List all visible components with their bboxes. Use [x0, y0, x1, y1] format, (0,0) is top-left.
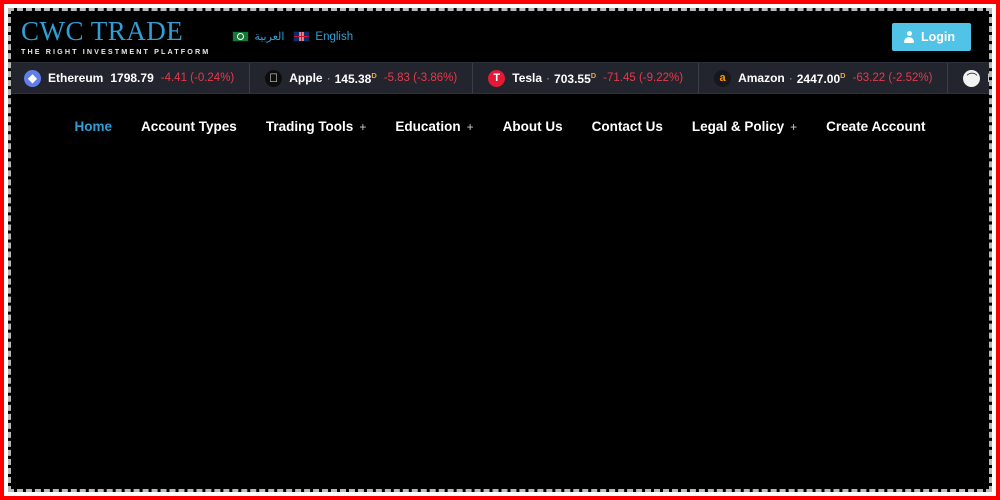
ethereum-icon: ◆ — [24, 69, 41, 87]
ticker-separator: · — [546, 71, 551, 85]
lucid-icon: ⌒ — [963, 69, 981, 87]
site-logo[interactable]: CWC TRADE THE RIGHT INVESTMENT PLATFORM — [17, 15, 211, 56]
ticker-change: -5.83 (-3.86%) — [383, 72, 458, 84]
ticker-price: 1798.79 — [110, 71, 154, 85]
ticker-separator: · — [326, 71, 331, 85]
ticker-price-superscript: D — [840, 70, 846, 80]
ticker-price: 703.55D — [554, 70, 597, 86]
logo-wordmark: CWC TRADE — [21, 15, 210, 46]
page-viewport: CWC TRADE THE RIGHT INVESTMENT PLATFORM … — [8, 8, 992, 492]
nav-label: Education — [395, 119, 461, 134]
language-label-english: English — [315, 30, 354, 43]
ticker-price: 145.38D — [334, 70, 377, 86]
user-icon — [904, 31, 915, 43]
ticker-name: Ethereum — [48, 71, 104, 85]
market-ticker-bar[interactable]: ◆ Ethereum 1798.79 -4.41 (-0.24%)  Appl… — [11, 62, 989, 94]
logo-word-second: TRADE — [90, 15, 184, 46]
nav-label: Home — [74, 119, 113, 134]
expand-plus-icon: + — [790, 119, 798, 134]
nav-label: Account Types — [141, 119, 237, 134]
nav-item-create-account[interactable]: Create Account — [826, 119, 925, 134]
ticker-price-superscript: D — [590, 70, 597, 80]
ticker-change: -71.45 (-9.22%) — [603, 72, 684, 84]
nav-label: Legal & Policy — [691, 119, 785, 134]
ticker-name: Amazon — [738, 71, 785, 85]
ticker-change: -4.41 (-0.24%) — [160, 72, 235, 84]
logo-word-first: CWC — [21, 15, 85, 46]
uk-flag-icon — [293, 31, 311, 42]
main-navigation: Home Account Types Trading Tools + Educa… — [11, 94, 989, 159]
amazon-icon: a — [714, 69, 732, 87]
ticker-name: Apple — [289, 71, 323, 85]
nav-item-home[interactable]: Home — [75, 119, 113, 134]
language-label-arabic: العربية — [254, 31, 285, 43]
logo-tagline: THE RIGHT INVESTMENT PLATFORM — [21, 46, 211, 56]
arabic-flag-icon — [232, 31, 250, 42]
nav-item-about-us[interactable]: About Us — [503, 119, 563, 134]
top-bar: CWC TRADE THE RIGHT INVESTMENT PLATFORM … — [11, 11, 989, 62]
ticker-change: -63.22 (-2.52%) — [852, 72, 933, 84]
tesla-icon: T — [488, 69, 506, 87]
nav-label: Contact Us — [591, 119, 663, 134]
screenshot-frame: CWC TRADE THE RIGHT INVESTMENT PLATFORM … — [0, 0, 1000, 500]
nav-item-contact-us[interactable]: Contact Us — [592, 119, 663, 134]
language-option-arabic[interactable]: العربية — [232, 30, 284, 43]
nav-label: About Us — [502, 119, 563, 134]
nav-item-account-types[interactable]: Account Types — [141, 119, 237, 134]
ticker-price-superscript: D — [371, 70, 377, 80]
ticker-name: Lucid — [987, 71, 989, 85]
login-button-label: Login — [920, 29, 955, 44]
ticker-item[interactable]: a Amazon · 2447.00D -63.22 (-2.52%) — [699, 63, 949, 93]
ticker-name: Tesla — [512, 71, 543, 85]
expand-plus-icon: + — [359, 119, 367, 134]
expand-plus-icon: + — [466, 119, 474, 134]
ticker-item[interactable]: ⌒ Lucid · — [948, 63, 989, 93]
language-option-english[interactable]: English — [293, 31, 353, 43]
ticker-item[interactable]: T Tesla · 703.55D -71.45 (-9.22%) — [473, 63, 700, 93]
apple-icon:  — [265, 69, 283, 87]
ticker-item[interactable]:  Apple · 145.38D -5.83 (-3.86%) — [250, 63, 474, 93]
nav-label: Trading Tools — [265, 119, 354, 134]
ticker-price: 2447.00D — [796, 70, 846, 86]
nav-item-legal-policy[interactable]: Legal & Policy + — [692, 119, 797, 134]
nav-item-education[interactable]: Education + — [395, 119, 473, 134]
language-switcher: العربية English — [232, 30, 353, 43]
nav-item-trading-tools[interactable]: Trading Tools + — [266, 119, 367, 134]
login-button[interactable]: Login — [891, 22, 971, 51]
ticker-item[interactable]: ◆ Ethereum 1798.79 -4.41 (-0.24%) — [11, 63, 251, 93]
ticker-separator: · — [788, 71, 793, 85]
nav-label: Create Account — [826, 119, 926, 134]
